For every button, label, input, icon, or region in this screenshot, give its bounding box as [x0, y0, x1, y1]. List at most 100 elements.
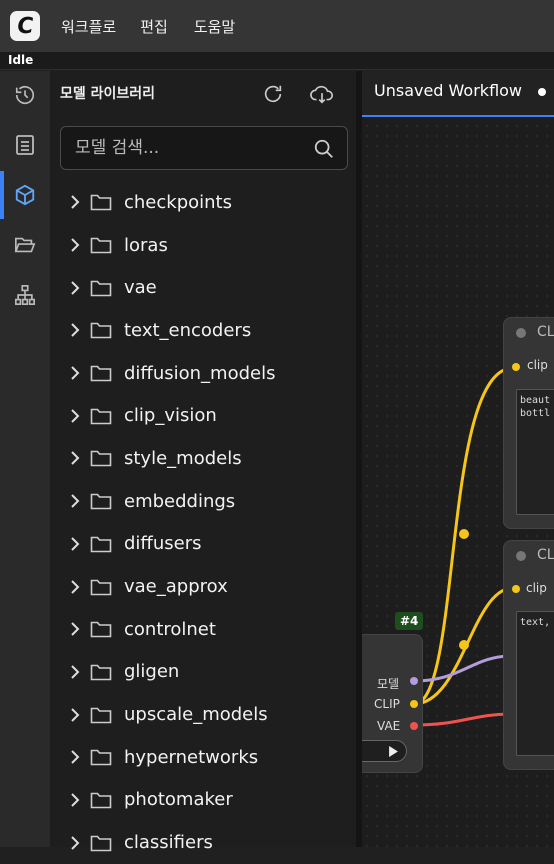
folder-icon — [90, 535, 124, 553]
output-label-clip: CLIP — [374, 697, 400, 711]
chevron-right-icon[interactable] — [50, 237, 90, 253]
node-id-badge: #4 — [395, 612, 424, 630]
model-search-input[interactable] — [75, 135, 295, 161]
folder-icon — [90, 834, 124, 852]
prompt-textarea[interactable]: beaut bottl — [516, 389, 554, 515]
folder-label: embeddings — [124, 490, 236, 512]
clip-input-slot[interactable] — [512, 363, 520, 371]
folder-item[interactable]: gligen — [50, 651, 356, 694]
folder-label: style_models — [124, 447, 242, 469]
chevron-right-icon[interactable] — [50, 749, 90, 765]
top-menu-bar: C 워크플로 편집 도움말 — [0, 0, 554, 52]
vae-link — [413, 712, 513, 727]
cube-icon[interactable] — [0, 171, 50, 219]
refresh-icon[interactable] — [260, 81, 286, 107]
prompt-textarea[interactable]: text, — [516, 611, 554, 756]
menu-edit[interactable]: 편집 — [134, 16, 174, 37]
folder-item[interactable]: diffusion_models — [50, 352, 356, 395]
model-output-slot[interactable] — [410, 677, 418, 685]
node-title: CL — [537, 547, 554, 563]
chevron-right-icon[interactable] — [50, 450, 90, 466]
chevron-right-icon[interactable] — [50, 792, 90, 808]
folder-icon — [90, 193, 124, 211]
folder-item[interactable]: photomaker — [50, 779, 356, 822]
folder-label: hypernetworks — [124, 746, 259, 768]
folder-item[interactable]: hypernetworks — [50, 736, 356, 779]
folder-item[interactable]: loras — [50, 224, 356, 267]
chevron-right-icon[interactable] — [50, 194, 90, 210]
folder-icon — [90, 407, 124, 425]
app-logo[interactable]: C — [10, 11, 40, 41]
clip-output-slot[interactable] — [410, 700, 418, 708]
output-label-vae: VAE — [377, 719, 401, 733]
folder-icon — [90, 748, 124, 766]
folder-label: classifiers — [124, 832, 213, 854]
chevron-right-icon[interactable] — [50, 408, 90, 424]
chevron-right-icon[interactable] — [50, 365, 90, 381]
folder-label: diffusers — [124, 533, 202, 555]
output-label-model: 모델 — [377, 677, 400, 691]
chevron-right-icon[interactable] — [50, 835, 90, 851]
vae-output-slot[interactable] — [410, 722, 418, 730]
node-collapse-dot[interactable] — [516, 551, 526, 561]
folder-item[interactable]: upscale_models — [50, 693, 356, 736]
folder-item[interactable]: embeddings — [50, 480, 356, 523]
document-icon[interactable] — [0, 121, 50, 169]
folder-icon — [90, 578, 124, 596]
node-collapse-dot[interactable] — [516, 328, 526, 338]
model-link — [413, 654, 513, 683]
link-midpoint — [459, 529, 469, 539]
link-midpoint — [459, 640, 469, 650]
folder-label: photomaker — [124, 789, 233, 811]
folder-item[interactable]: checkpoints — [50, 181, 356, 224]
folder-icon — [90, 449, 124, 467]
folder-item[interactable]: text_encoders — [50, 309, 356, 352]
model-library-panel: 모델 라이브러리 checkpoints loras vae text_enco… — [50, 71, 356, 853]
menu-workflow[interactable]: 워크플로 — [55, 16, 122, 37]
clip-input-slot[interactable] — [512, 585, 520, 593]
cloud-download-icon[interactable] — [309, 81, 335, 107]
clip-text-encode-node-top[interactable]: CL clip beaut bottl — [503, 317, 554, 529]
folder-label: gligen — [124, 661, 180, 683]
folder-icon — [90, 663, 124, 681]
chevron-right-icon[interactable] — [50, 707, 90, 723]
chevron-right-icon[interactable] — [50, 322, 90, 338]
slot-label: clip — [526, 581, 547, 595]
folder-item[interactable]: style_models — [50, 437, 356, 480]
folder-icon — [90, 279, 124, 297]
node-title: CL — [537, 324, 554, 340]
folder-label: controlnet — [124, 618, 216, 640]
graph-canvas[interactable]: CL clip beaut bottl CL clip text, #4 모델 … — [362, 71, 554, 847]
checkpoint-loader-node[interactable]: 모델 CLIP VAE s — [362, 634, 423, 773]
chevron-right-icon[interactable] — [50, 536, 90, 552]
status-text: Idle — [8, 53, 34, 67]
chevron-right-icon[interactable] — [50, 621, 90, 637]
folder-item[interactable]: vae_approx — [50, 565, 356, 608]
folder-item[interactable]: clip_vision — [50, 394, 356, 437]
model-folder-tree: checkpoints loras vae text_encoders diff… — [50, 181, 356, 864]
folder-open-icon[interactable] — [0, 221, 50, 269]
folder-item[interactable]: classifiers — [50, 821, 356, 864]
folder-icon — [90, 791, 124, 809]
hierarchy-icon[interactable] — [0, 271, 50, 319]
search-icon[interactable] — [313, 138, 335, 160]
menu-help[interactable]: 도움말 — [188, 16, 241, 37]
chevron-right-icon[interactable] — [50, 493, 90, 509]
workflow-tab-bar: Unsaved Workflow — [362, 71, 554, 117]
folder-label: text_encoders — [124, 319, 252, 341]
chevron-right-icon[interactable] — [50, 664, 90, 680]
history-icon[interactable] — [0, 71, 50, 119]
folder-label: clip_vision — [124, 405, 217, 427]
chevron-right-icon[interactable] — [50, 280, 90, 296]
ckpt-name-widget[interactable]: s — [362, 740, 407, 762]
folder-item[interactable]: diffusers — [50, 523, 356, 566]
play-arrow-icon[interactable] — [388, 746, 399, 757]
folder-icon — [90, 706, 124, 724]
folder-icon — [90, 492, 124, 510]
tab-workflow-title[interactable]: Unsaved Workflow — [374, 81, 522, 100]
folder-item[interactable]: controlnet — [50, 608, 356, 651]
folder-item[interactable]: vae — [50, 266, 356, 309]
panel-title: 모델 라이브러리 — [60, 86, 156, 102]
chevron-right-icon[interactable] — [50, 579, 90, 595]
clip-text-encode-node-bottom[interactable]: CL clip text, — [503, 540, 554, 770]
